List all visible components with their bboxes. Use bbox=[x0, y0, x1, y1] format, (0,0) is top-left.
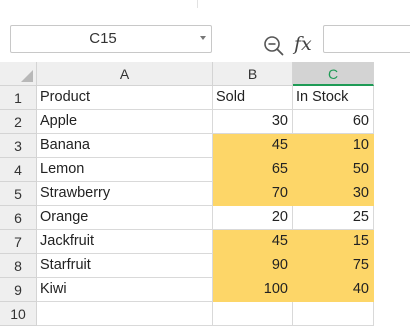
name-box[interactable]: C15 bbox=[10, 25, 212, 53]
cell-c9[interactable]: 40 bbox=[293, 278, 374, 302]
formula-bar: C15 fx bbox=[0, 8, 410, 62]
cell-a7[interactable]: Jackfruit bbox=[37, 230, 213, 254]
top-strip-divider bbox=[197, 0, 198, 8]
formula-input[interactable] bbox=[323, 25, 410, 53]
row-header-3[interactable]: 3 bbox=[0, 134, 37, 158]
cell-a5[interactable]: Strawberry bbox=[37, 182, 213, 206]
cell-a4[interactable]: Lemon bbox=[37, 158, 213, 182]
cell-c5[interactable]: 30 bbox=[293, 182, 374, 206]
row-header-8[interactable]: 8 bbox=[0, 254, 37, 278]
cell-a2[interactable]: Apple bbox=[37, 110, 213, 134]
cell-b7[interactable]: 45 bbox=[213, 230, 293, 254]
cell-b4[interactable]: 65 bbox=[213, 158, 293, 182]
cell-c4[interactable]: 50 bbox=[293, 158, 374, 182]
cell-b1[interactable]: Sold bbox=[213, 86, 293, 110]
spreadsheet-grid: A B C 1 Product Sold In Stock 2 Apple 30 60 3 Banana… bbox=[0, 62, 410, 327]
cell-b5[interactable]: 70 bbox=[213, 182, 293, 206]
fx-icon[interactable]: fx bbox=[294, 32, 318, 56]
select-all-corner[interactable] bbox=[0, 62, 37, 86]
cell-c3[interactable]: 10 bbox=[293, 134, 374, 158]
cell-c8[interactable]: 75 bbox=[293, 254, 374, 278]
zoom-icon[interactable] bbox=[263, 35, 285, 57]
row-header-1[interactable]: 1 bbox=[0, 86, 37, 110]
row-header-9[interactable]: 9 bbox=[0, 278, 37, 302]
cell-b2[interactable]: 30 bbox=[213, 110, 293, 134]
column-header-b[interactable]: B bbox=[213, 62, 293, 86]
cell-a6[interactable]: Orange bbox=[37, 206, 213, 230]
cell-b6[interactable]: 20 bbox=[213, 206, 293, 230]
row-header-4[interactable]: 4 bbox=[0, 158, 37, 182]
row-header-5[interactable]: 5 bbox=[0, 182, 37, 206]
cell-a3[interactable]: Banana bbox=[37, 134, 213, 158]
name-box-value[interactable]: C15 bbox=[11, 26, 195, 52]
cell-a8[interactable]: Starfruit bbox=[37, 254, 213, 278]
cell-a10[interactable] bbox=[37, 302, 213, 326]
cell-b8[interactable]: 90 bbox=[213, 254, 293, 278]
row-header-2[interactable]: 2 bbox=[0, 110, 37, 134]
row-header-10[interactable]: 10 bbox=[0, 302, 37, 326]
cell-b10[interactable] bbox=[213, 302, 293, 326]
cell-a1[interactable]: Product bbox=[37, 86, 213, 110]
cell-c2[interactable]: 60 bbox=[293, 110, 374, 134]
cell-c10[interactable] bbox=[293, 302, 374, 326]
select-all-icon[interactable] bbox=[21, 70, 33, 82]
cell-c7[interactable]: 15 bbox=[293, 230, 374, 254]
cell-b3[interactable]: 45 bbox=[213, 134, 293, 158]
top-strip bbox=[0, 0, 410, 8]
cell-c6[interactable]: 25 bbox=[293, 206, 374, 230]
row-header-7[interactable]: 7 bbox=[0, 230, 37, 254]
cell-a9[interactable]: Kiwi bbox=[37, 278, 213, 302]
chevron-down-icon[interactable] bbox=[200, 36, 206, 40]
cell-c1[interactable]: In Stock bbox=[293, 86, 374, 110]
row-header-6[interactable]: 6 bbox=[0, 206, 37, 230]
column-header-c[interactable]: C bbox=[293, 62, 374, 86]
column-header-a[interactable]: A bbox=[37, 62, 213, 86]
cell-b9[interactable]: 100 bbox=[213, 278, 293, 302]
